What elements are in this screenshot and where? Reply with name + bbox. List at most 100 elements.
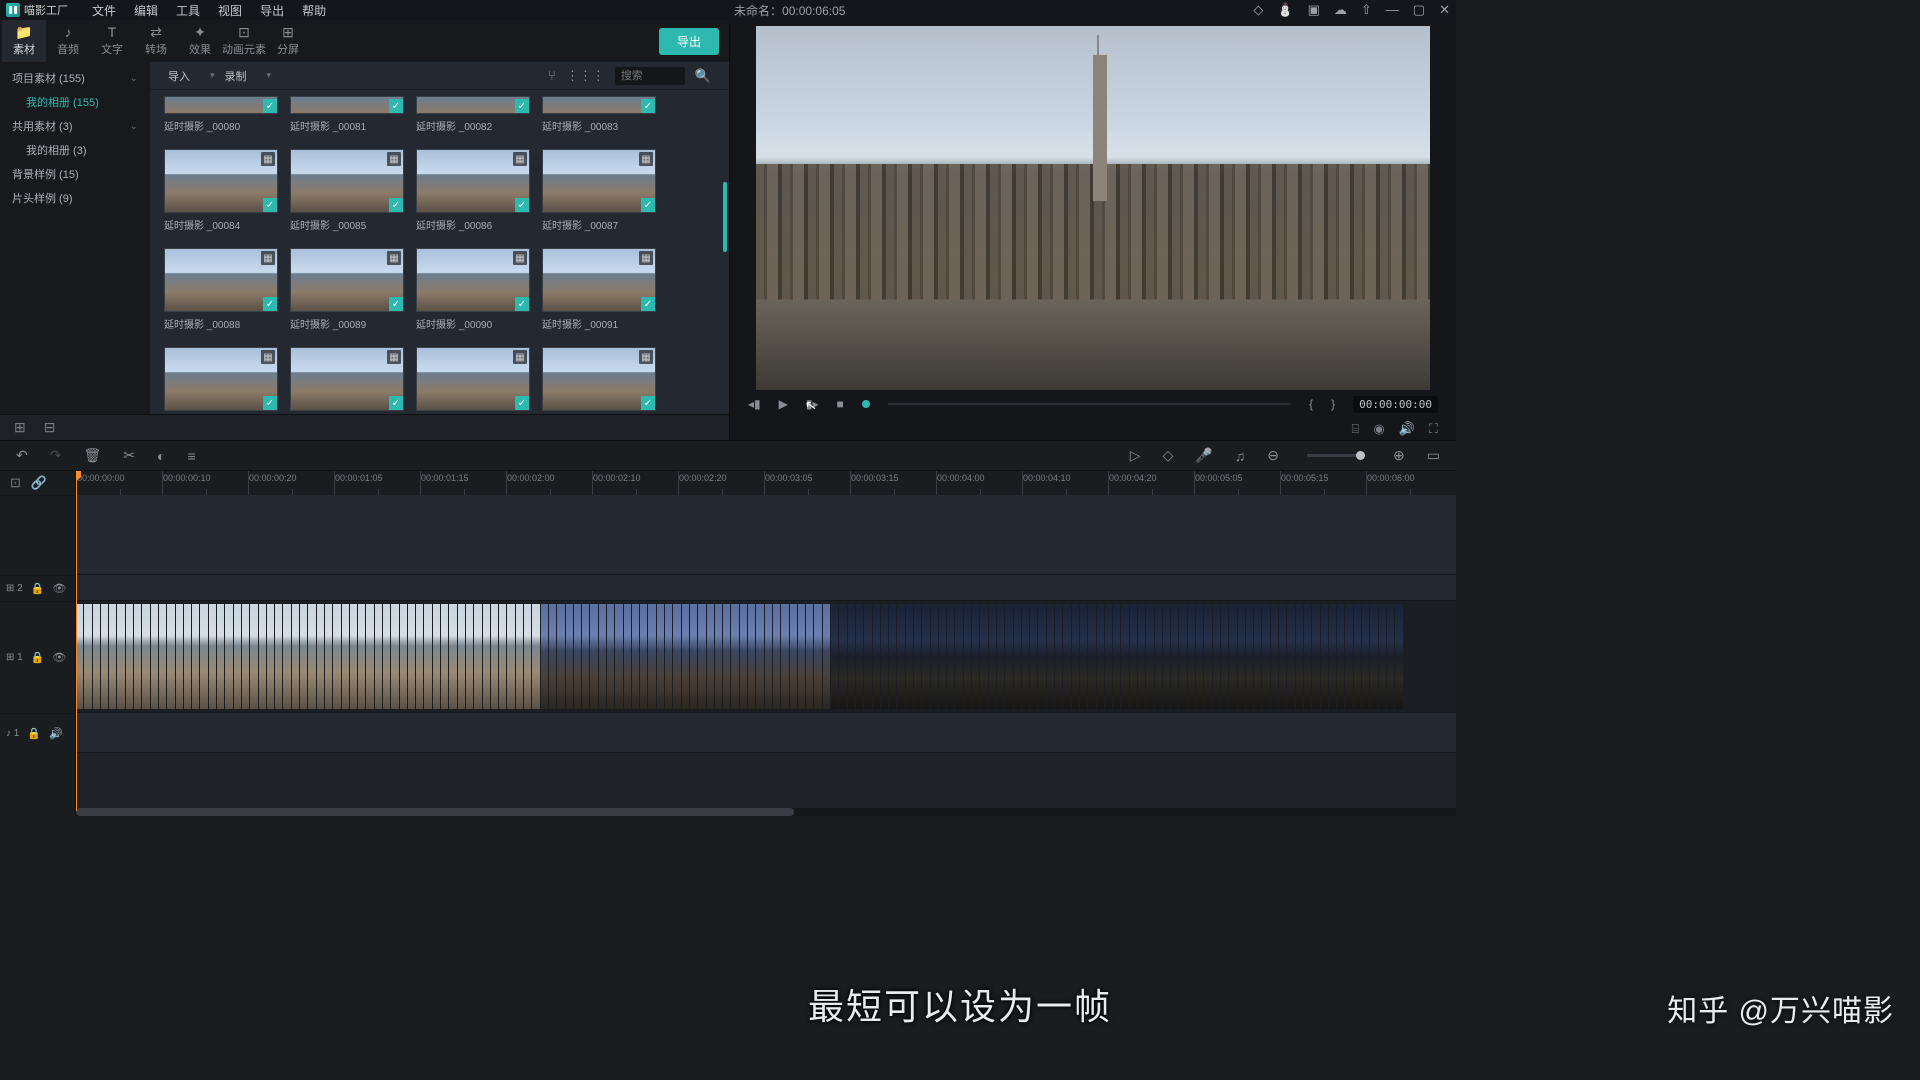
media-clip[interactable]: ✓延时摄影 _00080 (164, 96, 278, 133)
timeline-clip[interactable] (1047, 604, 1055, 709)
lock-icon[interactable]: 🔒 (27, 727, 41, 740)
tab-elements[interactable]: ⊡动画元素 (222, 20, 266, 62)
media-clip[interactable]: ▦✓延时摄影 _00093 (290, 347, 404, 414)
media-clip[interactable]: ▦✓延时摄影 _00084 (164, 149, 278, 232)
timeline-clip[interactable] (250, 604, 258, 709)
timeline-clip[interactable] (624, 604, 632, 709)
timeline-clip[interactable] (632, 604, 640, 709)
timeline-clip[interactable] (1072, 604, 1080, 709)
timeline-clip[interactable] (731, 604, 739, 709)
timeline-clip[interactable] (873, 604, 881, 709)
sidebar-project-media[interactable]: 项目素材 (155)⌄ (0, 66, 150, 90)
zoom-fit-icon[interactable]: ▭ (1427, 447, 1440, 464)
stop-icon[interactable]: ■ (837, 397, 844, 411)
sidebar-shared-media[interactable]: 共用素材 (3)⌄ (0, 114, 150, 138)
timeline-clip[interactable] (955, 604, 963, 709)
timeline-clip[interactable] (1063, 604, 1071, 709)
timeline-clip[interactable] (1188, 604, 1196, 709)
timeline-clip[interactable] (217, 604, 225, 709)
tab-effects[interactable]: ✦效果 (178, 20, 222, 62)
lock-icon[interactable]: 🔒 (31, 582, 45, 595)
tab-text[interactable]: T文字 (90, 20, 134, 62)
timeline-clip[interactable] (1304, 604, 1312, 709)
timeline-clip[interactable] (1105, 604, 1113, 709)
timeline-clip[interactable] (1038, 604, 1046, 709)
timeline-clip[interactable] (167, 604, 175, 709)
timeline-clip[interactable] (1229, 604, 1237, 709)
timeline-clip[interactable] (1345, 604, 1353, 709)
timeline-clip[interactable] (690, 604, 698, 709)
cloud-icon[interactable]: ☁ (1334, 2, 1347, 18)
timeline-clip[interactable] (1171, 604, 1179, 709)
timeline-clip[interactable] (1022, 604, 1030, 709)
timeline-clip[interactable] (1055, 604, 1063, 709)
timeline-clip[interactable] (1146, 604, 1154, 709)
timeline-clip[interactable] (200, 604, 208, 709)
timeline-clip[interactable] (466, 604, 474, 709)
sidebar-backgrounds[interactable]: 背景样例 (15) (0, 162, 150, 186)
timeline-clip[interactable] (665, 604, 673, 709)
clip-thumbnail[interactable]: ▦✓ (542, 347, 656, 411)
timeline-clip[interactable] (848, 604, 856, 709)
clip-thumbnail[interactable]: ✓ (290, 96, 404, 114)
zoom-slider[interactable] (1307, 454, 1365, 457)
timeline-clip[interactable] (225, 604, 233, 709)
timeline-clip[interactable] (590, 604, 598, 709)
timeline-clip[interactable] (1121, 604, 1129, 709)
clip-thumbnail[interactable]: ▦✓ (416, 248, 530, 312)
timeline-clip[interactable] (93, 604, 101, 709)
timeline-clip[interactable] (1271, 604, 1279, 709)
tab-splitscreen[interactable]: ⊞分屏 (266, 20, 310, 62)
progress-handle[interactable] (862, 400, 870, 408)
preview-viewport[interactable] (756, 26, 1430, 390)
timeline-clip[interactable] (1262, 604, 1270, 709)
timeline-clip[interactable] (831, 604, 839, 709)
tab-audio[interactable]: ♪音频 (46, 20, 90, 62)
timeline-clip[interactable] (814, 604, 822, 709)
track-v1[interactable] (76, 601, 1456, 713)
timeline-clip[interactable] (790, 604, 798, 709)
timeline-clip[interactable] (1354, 604, 1362, 709)
timeline-clip[interactable] (574, 604, 582, 709)
timeline-clip[interactable] (350, 604, 358, 709)
tab-transition[interactable]: ⇄转场 (134, 20, 178, 62)
timeline-clip[interactable] (1204, 604, 1212, 709)
timeline-clip[interactable] (1312, 604, 1320, 709)
timeline-clip[interactable] (209, 604, 217, 709)
timeline-clip[interactable] (715, 604, 723, 709)
media-clip[interactable]: ▦✓延时摄影 _00094 (416, 347, 530, 414)
timeline-clip[interactable] (375, 604, 383, 709)
marker-icon[interactable]: ◇ (1163, 447, 1174, 464)
timeline-clip[interactable] (308, 604, 316, 709)
timeline-clip[interactable] (889, 604, 897, 709)
timeline-clip[interactable] (1296, 604, 1304, 709)
clip-thumbnail[interactable]: ▦✓ (164, 347, 278, 411)
timeline-clip[interactable] (184, 604, 192, 709)
timeline-clip[interactable] (657, 604, 665, 709)
timeline-clip[interactable] (939, 604, 947, 709)
link-icon[interactable]: 🔗 (31, 475, 47, 491)
horizontal-scrollbar[interactable] (76, 808, 1456, 816)
clip-thumbnail[interactable]: ✓ (164, 96, 278, 114)
search-icon[interactable]: 🔍 (695, 68, 711, 84)
track-head-v1[interactable]: ⊞ 1 🔒 👁 (0, 601, 75, 713)
volume-icon[interactable]: 🔊 (1399, 421, 1415, 437)
timeline-clip[interactable] (549, 604, 557, 709)
timeline-clip[interactable] (823, 604, 831, 709)
timeline-clip[interactable] (101, 604, 109, 709)
timeline-clip[interactable] (765, 604, 773, 709)
timeline-clip[interactable] (1379, 604, 1387, 709)
timeline-clip[interactable] (798, 604, 806, 709)
speaker-icon[interactable]: 🔊 (49, 727, 63, 740)
timeline-clip[interactable] (881, 604, 889, 709)
timeline-clip[interactable] (151, 604, 159, 709)
delete-icon[interactable]: 🗑 (83, 447, 101, 464)
timeline-clip[interactable] (673, 604, 681, 709)
timeline-clip[interactable] (159, 604, 167, 709)
timeline-clip[interactable] (1221, 604, 1229, 709)
render-icon[interactable]: ▷ (1130, 447, 1141, 464)
timeline-clip[interactable] (1155, 604, 1163, 709)
tab-media[interactable]: 📁素材 (2, 20, 46, 62)
timeline-clip[interactable] (275, 604, 283, 709)
timeline-clip[interactable] (283, 604, 291, 709)
